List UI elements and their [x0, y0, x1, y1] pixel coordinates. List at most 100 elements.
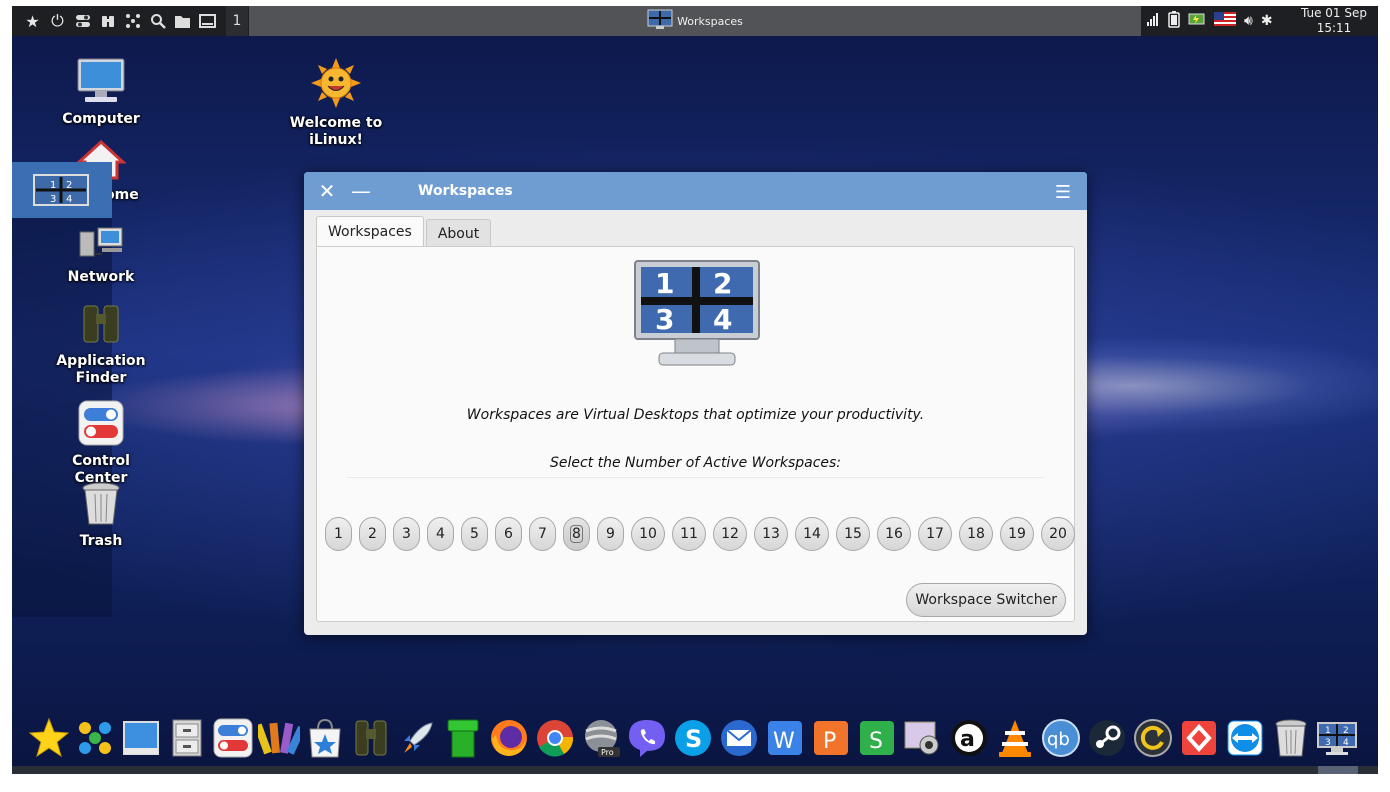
separator [347, 477, 1044, 478]
battery-icon[interactable] [1168, 10, 1180, 32]
desktop-icon-welcome[interactable]: Welcome to iLinux! [281, 58, 391, 149]
software-store-icon[interactable] [304, 717, 346, 759]
steam-icon[interactable] [1086, 717, 1128, 759]
selected-workspace-icon[interactable]: 1234 [12, 162, 112, 218]
vlc-icon[interactable] [994, 717, 1036, 759]
star-icon[interactable]: ★ [22, 11, 43, 32]
app-dots-icon[interactable] [74, 717, 116, 759]
apps-grid-icon[interactable] [122, 11, 143, 32]
wps-writer-icon[interactable]: W [764, 717, 806, 759]
tab-workspaces[interactable]: Workspaces [316, 216, 424, 247]
sun-smiley-icon [281, 58, 391, 113]
workspace-count-button-9[interactable]: 9 [597, 517, 624, 551]
trash-icon[interactable] [1270, 717, 1312, 759]
computer-icon [46, 58, 156, 109]
workspace-count-button-20[interactable]: 20 [1041, 517, 1075, 551]
power-manager-icon[interactable] [1188, 13, 1206, 29]
search-icon[interactable] [147, 11, 168, 32]
clock[interactable]: Tue 01 Sep 15:11 [1296, 6, 1372, 36]
workspace-count-button-11[interactable]: 11 [672, 517, 706, 551]
workspace-count-button-13[interactable]: 13 [754, 517, 788, 551]
teamviewer-icon[interactable] [1224, 717, 1266, 759]
prompt-text: Select the Number of Active Workspaces: [549, 455, 842, 471]
control-center-icon [46, 400, 156, 451]
svg-text:P: P [823, 729, 836, 754]
favorites-star-icon[interactable] [28, 717, 70, 759]
binoculars-icon[interactable] [350, 717, 392, 759]
desktop-icon-control-center[interactable]: Control Center [46, 400, 156, 487]
window-titlebar[interactable]: ✕ — Workspaces ☰ [304, 172, 1087, 210]
workspace-count-button-3[interactable]: 3 [393, 517, 420, 551]
control-center-icon[interactable] [212, 717, 254, 759]
desktop-icon-computer[interactable]: Computer [46, 58, 156, 128]
viber-icon[interactable] [626, 717, 668, 759]
google-earth-pro-icon[interactable]: Pro [580, 717, 622, 759]
color-palette-icon[interactable] [258, 717, 300, 759]
taskbar-button-workspaces[interactable]: Workspaces [249, 6, 1141, 36]
timeshift-icon[interactable] [1132, 717, 1174, 759]
panel-launchers: ★ ⏻ [12, 6, 218, 36]
minimize-button[interactable]: — [350, 179, 372, 203]
workspace-count-button-19[interactable]: 19 [1000, 517, 1034, 551]
desktop-icon-application-finder[interactable]: Application Finder [46, 300, 156, 387]
workspace-count-button-4[interactable]: 4 [427, 517, 454, 551]
logo-digit-2: 2 [713, 267, 732, 300]
workspace-count-button-15[interactable]: 15 [836, 517, 870, 551]
workspace-count-button-18[interactable]: 18 [959, 517, 993, 551]
skype-icon[interactable]: S [672, 717, 714, 759]
workspace-count-button-7[interactable]: 7 [529, 517, 556, 551]
binoculars-icon[interactable] [97, 11, 118, 32]
logo-digit-1: 1 [655, 267, 674, 300]
workspace-count-button-5[interactable]: 5 [461, 517, 488, 551]
workspace-count-button-12[interactable]: 12 [713, 517, 747, 551]
workspace-count-button-6[interactable]: 6 [495, 517, 522, 551]
bluetooth-icon[interactable]: ✱ [1261, 13, 1273, 29]
workspace-count-button-16[interactable]: 16 [877, 517, 911, 551]
workspaces-tab-panel: 1 2 3 4 Workspaces are Virtual Desktops … [316, 246, 1075, 622]
show-desktop-icon[interactable] [197, 11, 218, 32]
workspace-indicator[interactable]: 1 [226, 6, 248, 36]
workspace-count-button-2[interactable]: 2 [359, 517, 386, 551]
workspace-count-label: 5 [470, 526, 479, 542]
workspace-count-button-1[interactable]: 1 [325, 517, 352, 551]
webcam-icon[interactable] [902, 717, 944, 759]
dock-ws-digit-3: 3 [1325, 738, 1331, 748]
mail-icon[interactable] [718, 717, 760, 759]
wps-spreadsheet-icon[interactable]: S [856, 717, 898, 759]
workspace-count-button-8[interactable]: 8 [563, 517, 590, 551]
settings-toggle-icon[interactable] [72, 11, 93, 32]
amarok-icon[interactable]: a [948, 717, 990, 759]
workspace-count-label: 18 [967, 526, 985, 542]
green-pipe-icon[interactable] [442, 717, 484, 759]
folder-icon[interactable] [172, 11, 193, 32]
firefox-icon[interactable] [488, 717, 530, 759]
workspace-count-button-10[interactable]: 10 [631, 517, 665, 551]
workspace-count-button-14[interactable]: 14 [795, 517, 829, 551]
workspaces-icon[interactable]: 1 2 3 4 [1316, 717, 1358, 759]
workspaces-window: ✕ — Workspaces ☰ Workspaces About 1 2 3 … [304, 172, 1087, 635]
workspace-count-label: 9 [606, 526, 615, 542]
volume-icon[interactable]: 🔊︎ [1244, 13, 1253, 29]
rocket-icon[interactable] [396, 717, 438, 759]
workspaces-monitor-icon: 1 2 3 4 [633, 259, 761, 373]
tab-about[interactable]: About [425, 219, 492, 246]
trash-icon [46, 482, 156, 531]
workspace-switcher-button[interactable]: Workspace Switcher [906, 583, 1066, 617]
wps-presentation-icon[interactable]: P [810, 717, 852, 759]
desktop-icon-label: Trash [79, 533, 123, 549]
close-button[interactable]: ✕ [316, 179, 338, 203]
tab-bar: Workspaces About [316, 216, 492, 247]
workspace-count-button-17[interactable]: 17 [918, 517, 952, 551]
desktop-icon-trash[interactable]: Trash [46, 482, 156, 550]
desktop-icon[interactable] [120, 717, 162, 759]
chrome-icon[interactable] [534, 717, 576, 759]
hamburger-menu-icon[interactable]: ☰ [1055, 182, 1071, 203]
anydesk-icon[interactable] [1178, 717, 1220, 759]
power-icon[interactable]: ⏻ [47, 11, 68, 32]
us-flag-icon[interactable] [1214, 12, 1236, 30]
signal-icon[interactable] [1146, 12, 1160, 30]
file-cabinet-icon[interactable] [166, 717, 208, 759]
desktop-icon-network[interactable]: Network [46, 226, 156, 286]
qbittorrent-icon[interactable]: qb [1040, 717, 1082, 759]
dock-ws-digit-1: 1 [1325, 726, 1331, 736]
